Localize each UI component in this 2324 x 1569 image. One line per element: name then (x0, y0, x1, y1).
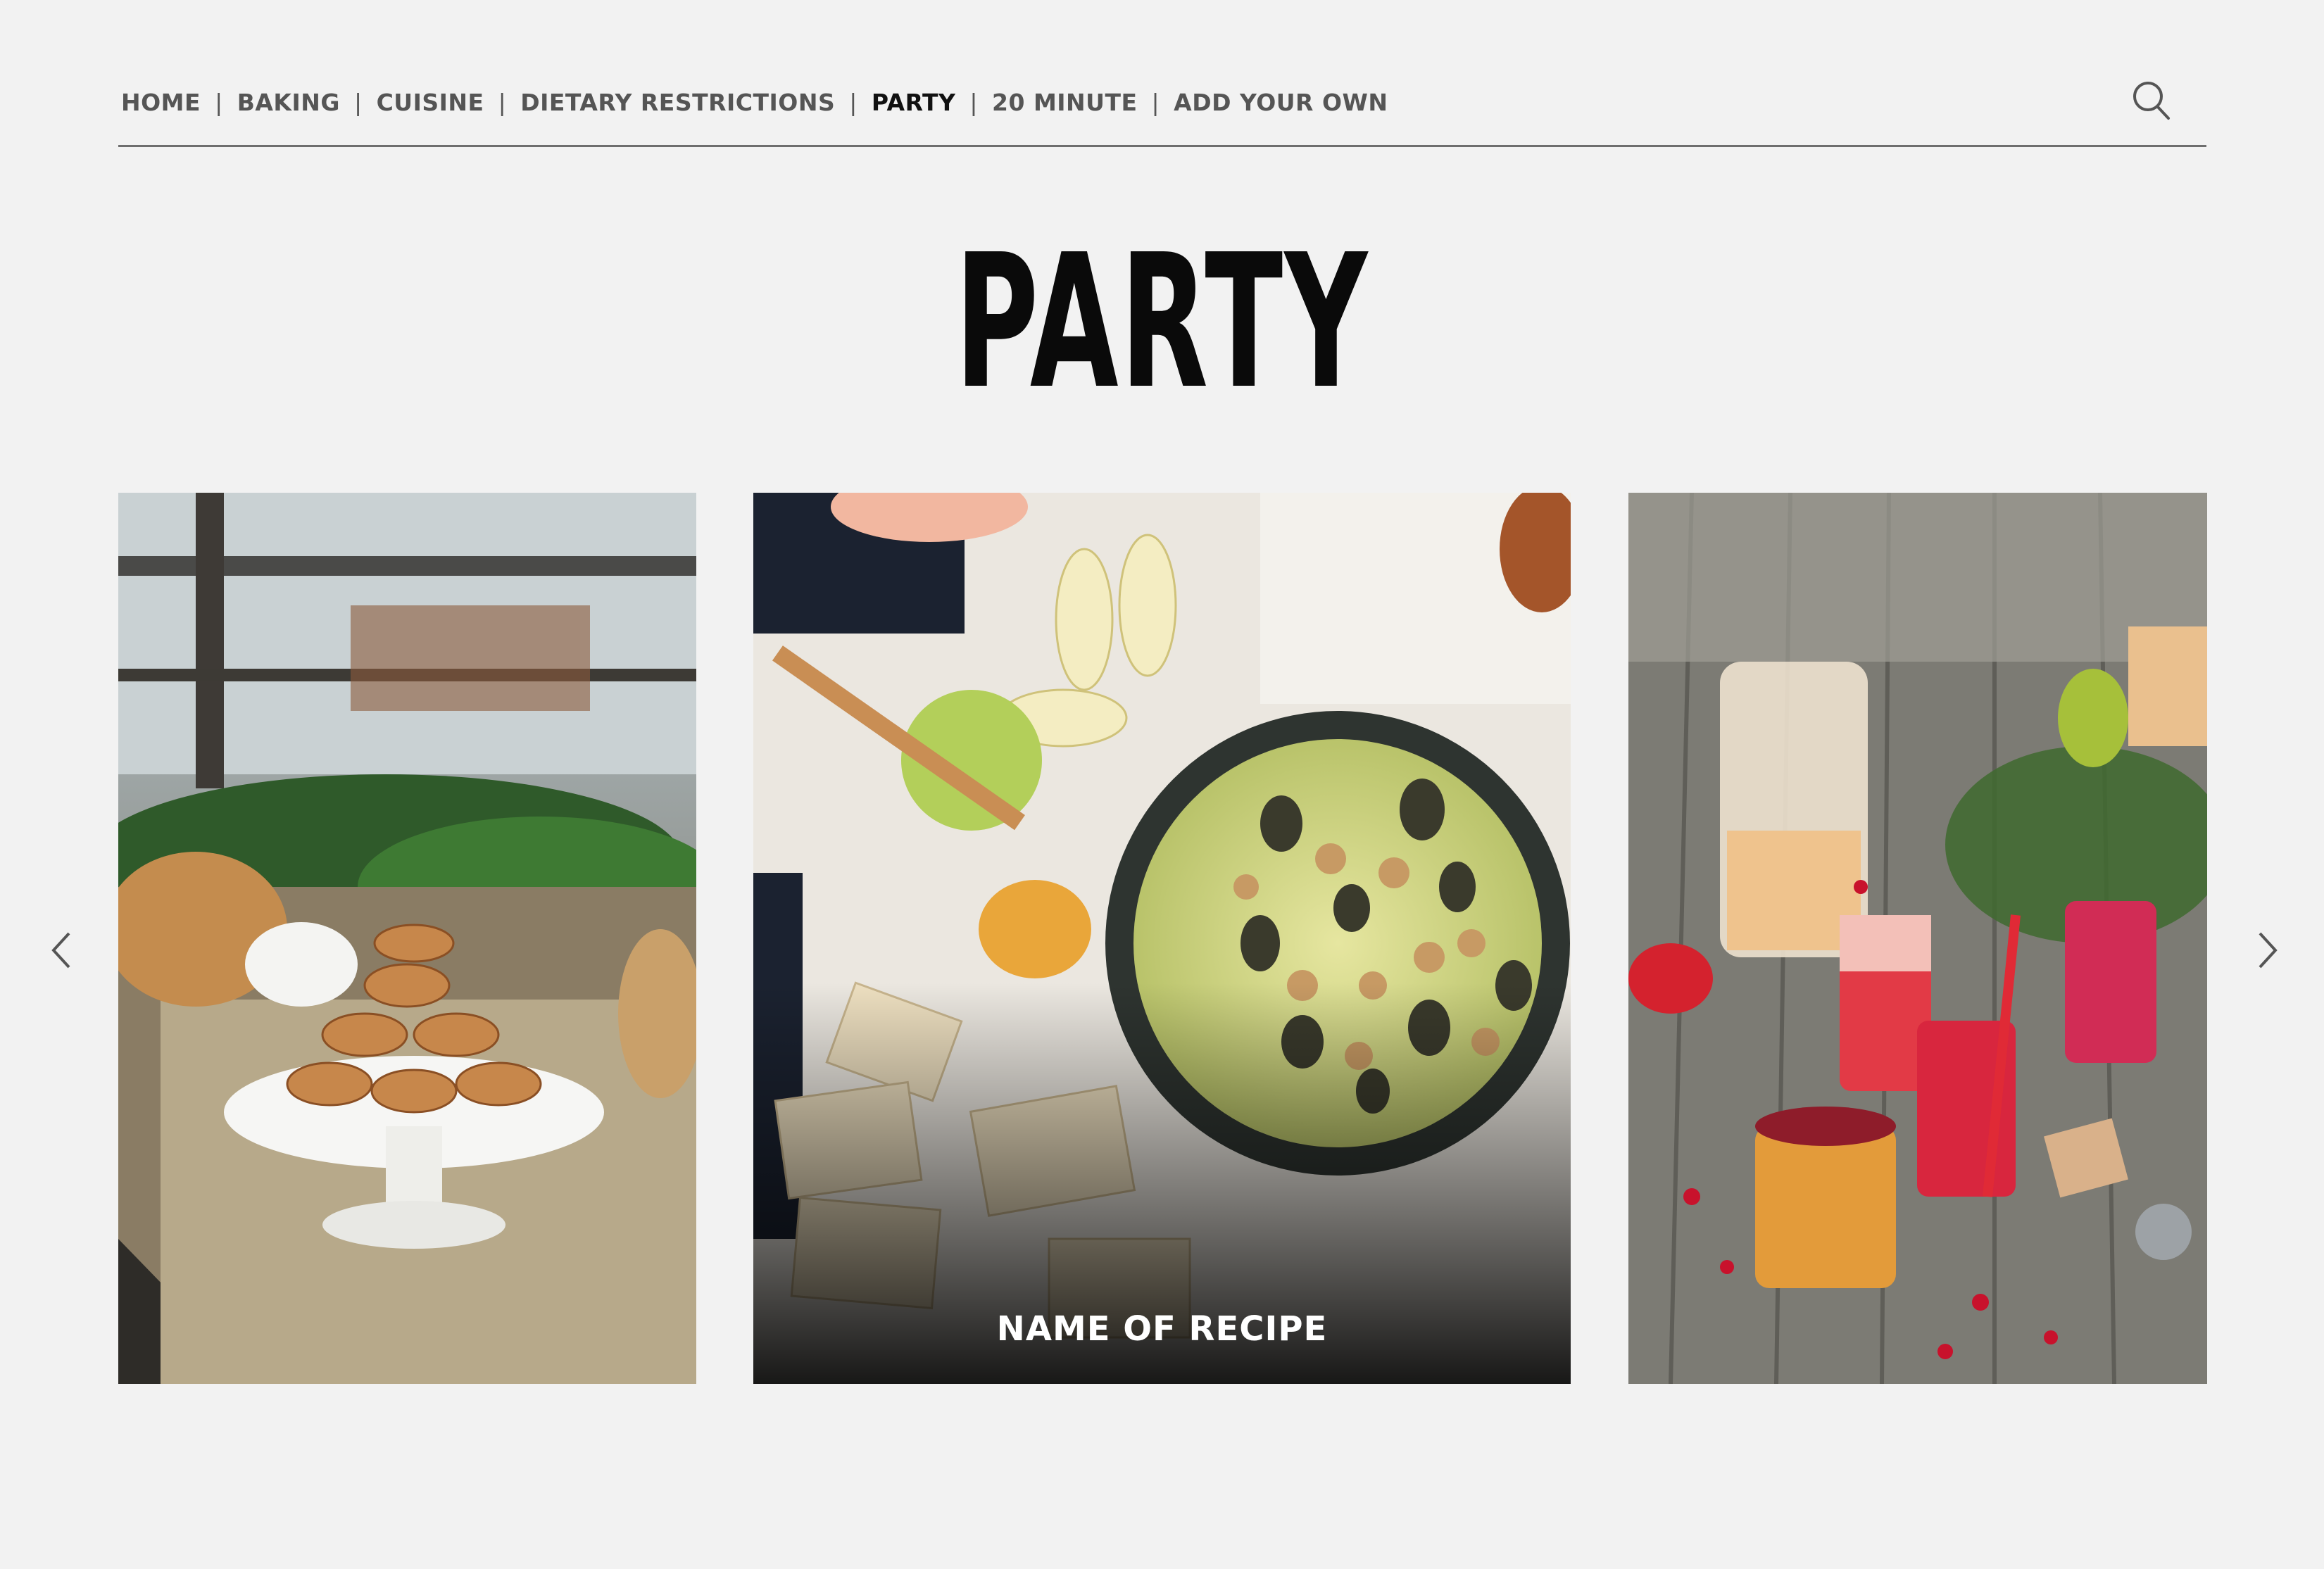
carousel-prev-button[interactable] (48, 929, 76, 971)
nav-separator: | (353, 89, 363, 116)
nav-item-20-minute[interactable]: 20 MINUTE (992, 89, 1138, 116)
nav-item-add-your-own[interactable]: ADD YOUR OWN (1174, 89, 1388, 116)
recipe-card-right[interactable] (1628, 493, 2207, 1384)
baked-dip-photo (753, 493, 1571, 1384)
carousel-next-button[interactable] (2253, 929, 2281, 971)
header-divider (118, 145, 2206, 147)
nav-item-party[interactable]: PARTY (872, 89, 956, 116)
nav-item-home[interactable]: HOME (121, 89, 201, 116)
nav-item-dietary-restrictions[interactable]: DIETARY RESTRICTIONS (520, 89, 835, 116)
recipe-card-left[interactable] (118, 493, 696, 1384)
pastries-photo (118, 493, 696, 1384)
drinks-photo (1628, 493, 2207, 1384)
nav-separator: | (498, 89, 507, 116)
search-icon (2133, 82, 2170, 120)
nav-separator: | (215, 89, 223, 116)
page-title: PARTY (955, 215, 1369, 429)
recipe-card-center[interactable]: NAME OF RECIPE (753, 493, 1571, 1384)
nav-item-cuisine[interactable]: CUISINE (377, 89, 484, 116)
chevron-left-icon (51, 932, 70, 969)
main-nav: HOME | BAKING | CUISINE | DIETARY RESTRI… (121, 89, 1388, 116)
chevron-right-icon (2259, 932, 2278, 969)
nav-separator: | (969, 89, 979, 116)
nav-separator: | (1151, 89, 1160, 116)
nav-item-baking[interactable]: BAKING (237, 89, 340, 116)
recipe-name: NAME OF RECIPE (996, 1309, 1328, 1349)
nav-separator: | (849, 89, 858, 116)
search-button[interactable] (2132, 80, 2171, 121)
